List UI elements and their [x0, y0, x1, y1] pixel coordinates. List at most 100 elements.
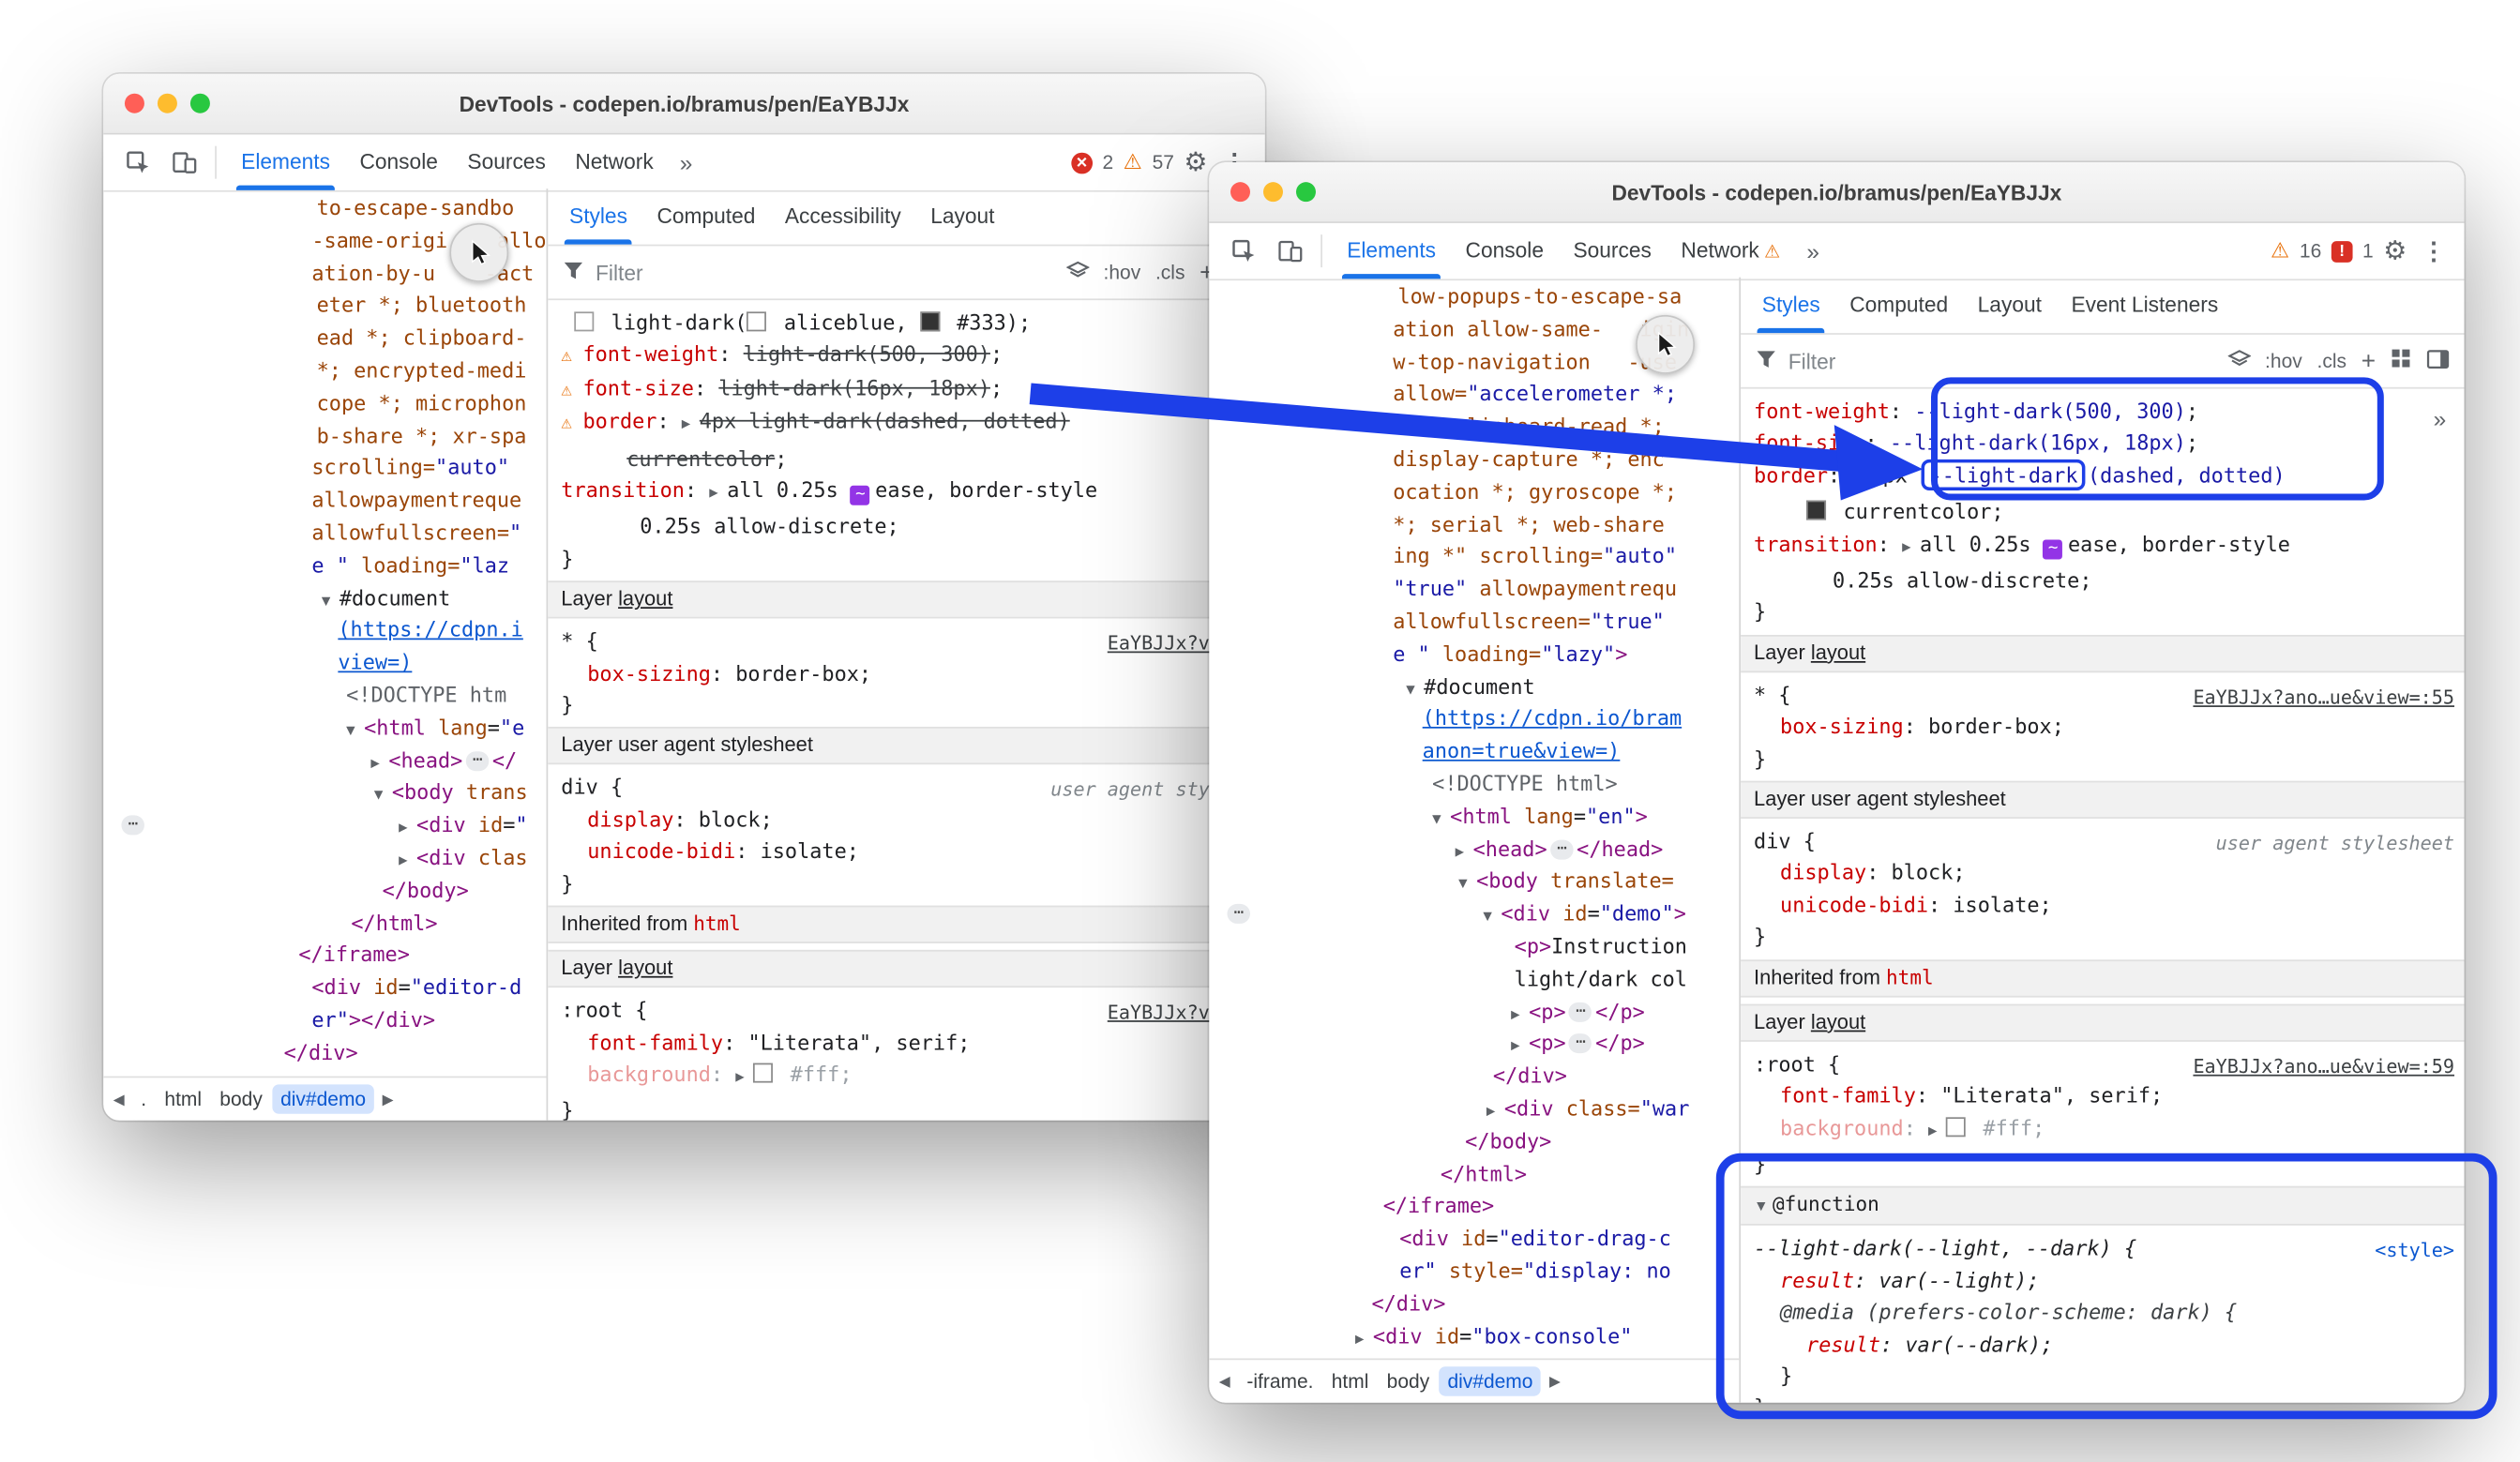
dom-tree-row[interactable]: "true" allowpaymentrequ — [1209, 573, 1739, 606]
zoom-button[interactable] — [1296, 182, 1316, 202]
filter-input[interactable]: Filter — [596, 260, 643, 284]
disclosure-triangle-icon[interactable]: ▶ — [709, 486, 727, 502]
dom-tree-row[interactable]: ead *; clipboard- — [103, 322, 546, 354]
style-tag-link[interactable]: <style> — [2375, 1236, 2454, 1268]
disclosure-triangle-icon[interactable]: ▶ — [1852, 471, 1870, 487]
dom-tree-row[interactable]: (https://cdpn.io/bram — [1209, 702, 1739, 735]
css-declaration-line[interactable]: result: var(--dark); — [1741, 1328, 2464, 1360]
disclosure-triangle-icon[interactable]: ▶ — [370, 756, 388, 772]
dom-tree-row[interactable]: ▼ #document — [1209, 671, 1739, 703]
dom-tree-row[interactable]: allowfullscreen="true" — [1209, 605, 1739, 638]
close-button[interactable] — [125, 94, 144, 113]
dom-tree-row[interactable]: anon=true&view=) — [1209, 735, 1739, 768]
dom-tree[interactable]: to-escape-sandbo-same-origi alloation-by… — [103, 188, 546, 1076]
disclosure-triangle-icon[interactable]: ▶ — [735, 1069, 753, 1085]
dom-tree-row[interactable]: (https://cdpn.i — [103, 614, 546, 647]
dom-tree-row[interactable]: b-share *; xr-spa — [103, 419, 546, 452]
crumb-scroll-right-icon[interactable]: ▶ — [376, 1090, 400, 1108]
layer-link[interactable]: layout — [618, 957, 672, 979]
dom-tree-row[interactable]: ▶ <div clas — [103, 841, 546, 874]
close-button[interactable] — [1230, 182, 1250, 202]
dom-tree-row[interactable]: to-escape-sandbo — [103, 192, 546, 225]
dom-tree-row[interactable]: </iframe> — [103, 939, 546, 972]
color-swatch-dark[interactable] — [920, 311, 940, 331]
dom-tree-row[interactable]: display-capture *; enc — [1209, 443, 1739, 475]
crumb-scroll-right-icon[interactable]: ▶ — [1543, 1372, 1567, 1390]
css-declaration-line[interactable]: :root {EaYBJJx?ano…ue&view=:59 — [1741, 1048, 2464, 1079]
dom-tree-row[interactable]: e " loading="lazy"> — [1209, 638, 1739, 671]
error-count[interactable]: 1 — [2362, 239, 2374, 262]
resource-link[interactable]: (https://cdpn.io/bram — [1423, 706, 1682, 731]
crumb-scroll-left-icon[interactable]: ◀ — [1213, 1372, 1237, 1390]
kebab-menu-icon[interactable]: ⋮ — [2417, 236, 2452, 265]
settings-gear-icon[interactable]: ⚙ — [2383, 234, 2407, 267]
disclosure-triangle-icon[interactable]: ▶ — [1928, 1123, 1946, 1138]
css-declaration-line[interactable]: transition: ▶ all 0.25s ~ease, border-st… — [1741, 528, 2464, 565]
css-declaration-line[interactable]: font-size: --light-dark(16px, 18px); — [1741, 428, 2464, 460]
zoom-button[interactable] — [190, 94, 210, 113]
tab-styles[interactable]: Styles — [554, 188, 641, 244]
dom-tree-row[interactable]: scrolling="auto" — [103, 452, 546, 485]
disclosure-triangle-icon[interactable]: ▼ — [1406, 682, 1424, 698]
color-swatch-white[interactable] — [747, 311, 767, 331]
css-declaration-line[interactable]: } — [548, 867, 1264, 899]
tab-network[interactable]: Network — [561, 134, 669, 189]
dom-tree-row[interactable]: allowpaymentreque — [103, 484, 546, 517]
minimize-button[interactable] — [158, 94, 177, 113]
disclosure-triangle-icon[interactable]: ▼ — [1432, 811, 1450, 827]
dom-tree-row[interactable]: </body> — [1209, 1125, 1739, 1158]
css-declaration-line[interactable]: unicode-bidi: isolate; — [1741, 889, 2464, 921]
toggle-element-state-button[interactable]: :hov — [1104, 261, 1141, 283]
css-declaration-line[interactable]: result: var(--light); — [1741, 1264, 2464, 1296]
collapsed-content-icon[interactable]: ⋯ — [121, 816, 144, 836]
dom-tree-row[interactable]: <div id="editor-drag-c — [1209, 1222, 1739, 1255]
tab-sources[interactable]: Sources — [453, 134, 561, 189]
warning-icon[interactable]: ⚠ — [1124, 149, 1142, 175]
breadcrumb-item[interactable]: body — [1379, 1366, 1438, 1395]
dom-tree-row[interactable]: <p>Instruction — [1209, 930, 1739, 963]
breadcrumb-item[interactable]: html — [1323, 1366, 1377, 1395]
breadcrumb-item[interactable]: . — [133, 1084, 155, 1113]
declaration-checkbox[interactable] — [574, 311, 594, 331]
css-declaration-line[interactable]: } — [548, 543, 1264, 575]
resource-link[interactable]: (https://cdpn.i — [338, 617, 522, 641]
dom-tree-row[interactable]: </div> — [1209, 1288, 1739, 1320]
dom-tree-row[interactable]: </div> — [1209, 1060, 1739, 1093]
dom-tree-row[interactable]: ▼ #document — [103, 581, 546, 614]
css-declaration-line[interactable]: div {user agent stylesh — [548, 772, 1264, 804]
filter-input[interactable]: Filter — [1788, 349, 1836, 373]
css-declaration-line[interactable]: } — [548, 1094, 1264, 1120]
collapsed-content-icon[interactable]: ⋯ — [1569, 1034, 1592, 1054]
warning-count[interactable]: 57 — [1153, 151, 1174, 173]
disclosure-triangle-icon[interactable]: ▼ — [374, 788, 392, 804]
css-declaration-line[interactable]: display: block; — [1741, 857, 2464, 889]
error-count[interactable]: 2 — [1102, 151, 1113, 173]
dom-tree-row[interactable]: er"></div> — [103, 1003, 546, 1036]
css-declaration-line[interactable]: currentcolor; — [1741, 496, 2464, 528]
css-declaration-line[interactable]: transition: ▶ all 0.25s ~ease, border-st… — [548, 475, 1264, 511]
dom-tree-row[interactable]: e " loading="laz — [103, 550, 546, 582]
layers-icon[interactable] — [1065, 260, 1088, 284]
breadcrumb-item-selected[interactable]: div#demo — [272, 1084, 374, 1113]
styles-content[interactable]: light-dark( aliceblue, #333);⚠ font-weig… — [548, 300, 1264, 1121]
css-declaration-line[interactable]: @media (prefers-color-scheme: dark) { — [1741, 1296, 2464, 1328]
disclosure-triangle-icon[interactable]: ▶ — [1511, 1006, 1529, 1022]
css-declaration-line[interactable]: box-sizing: border-box; — [1741, 711, 2464, 743]
resource-link[interactable]: anon=true&view=) — [1423, 738, 1621, 762]
css-declaration-line[interactable]: background: ▶ #fff; — [1741, 1111, 2464, 1148]
disclosure-triangle-icon[interactable]: ▶ — [1355, 1332, 1373, 1348]
device-toolbar-icon[interactable] — [162, 141, 204, 183]
device-toolbar-icon[interactable] — [1268, 230, 1310, 272]
warning-count[interactable]: 16 — [2300, 239, 2321, 262]
tab-layout[interactable]: Layout — [915, 188, 1009, 244]
titlebar[interactable]: DevTools - codepen.io/bramus/pen/EaYBJJx — [103, 74, 1265, 135]
warning-icon[interactable]: ⚠ — [2271, 238, 2289, 264]
dom-tree-row[interactable]: allow="accelerometer *; — [1209, 378, 1739, 411]
tab-elements[interactable]: Elements — [1332, 223, 1450, 279]
dom-tree-row[interactable]: </html> — [103, 907, 546, 940]
dom-tree-row[interactable]: <!DOCTYPE html> — [1209, 768, 1739, 801]
css-declaration-line[interactable]: unicode-bidi: isolate; — [548, 836, 1264, 867]
dom-tree-row[interactable]: cope *; microphon — [103, 386, 546, 419]
dom-tree-row[interactable]: </iframe> — [1209, 1190, 1739, 1223]
color-swatch-dark[interactable] — [1806, 501, 1826, 520]
